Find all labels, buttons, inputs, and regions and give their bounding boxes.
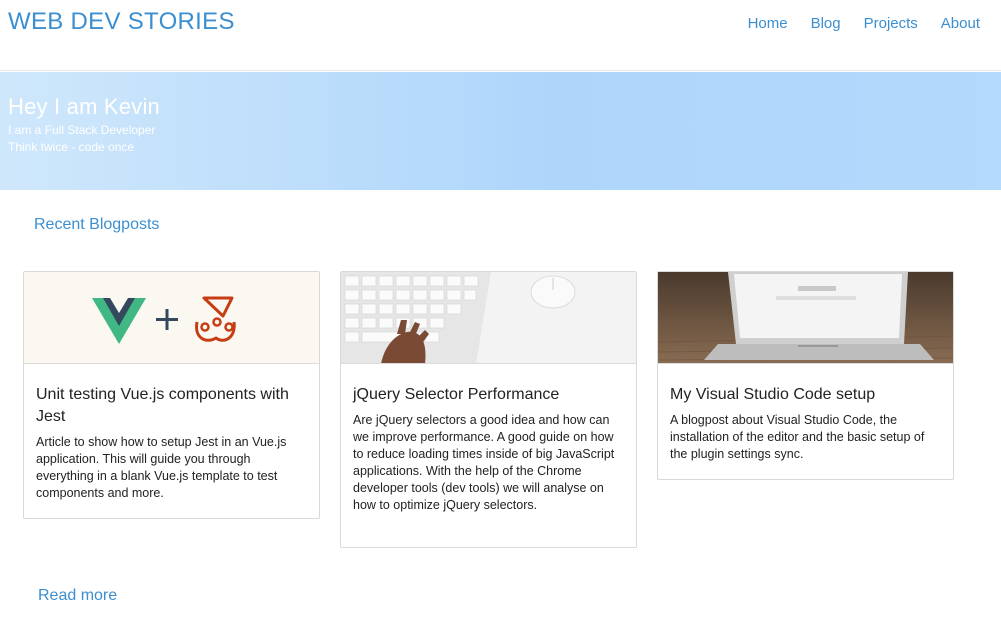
blogpost-card-vscode[interactable]: My Visual Studio Code setup A blogpost a… [657, 271, 954, 480]
blogpost-excerpt: A blogpost about Visual Studio Code, the… [670, 413, 925, 461]
laptop-on-table-image [658, 272, 953, 364]
read-more-link[interactable]: Read more [38, 587, 117, 605]
recent-blogposts-heading: Recent Blogposts [34, 216, 160, 233]
site-header: WEB DEV STORIES Home Blog Projects About [0, 0, 1001, 71]
hero-subtitle-role: I am a Full Stack Developer [8, 123, 156, 137]
nav-home[interactable]: Home [748, 15, 788, 32]
blogpost-card-jquery[interactable]: jQuery Selector Performance Are jQuery s… [340, 271, 637, 548]
blogpost-card-body: jQuery Selector Performance Are jQuery s… [341, 364, 636, 530]
hero-title: Hey I am Kevin [8, 94, 160, 119]
blogpost-excerpt: Are jQuery selectors a good idea and how… [353, 413, 615, 512]
nav-blog[interactable]: Blog [811, 15, 841, 32]
keyboard-photo-icon [341, 272, 636, 363]
blogpost-title[interactable]: jQuery Selector Performance [353, 384, 624, 406]
blogpost-excerpt: Article to show how to setup Jest in an … [36, 435, 287, 500]
blogpost-title[interactable]: My Visual Studio Code setup [670, 384, 941, 406]
nav-projects[interactable]: Projects [864, 15, 918, 32]
blogpost-card-vue-jest[interactable]: Unit testing Vue.js components with Jest… [23, 271, 320, 519]
nav-about[interactable]: About [941, 15, 980, 32]
vue-plus-jest-image [24, 272, 319, 364]
vue-plus-jest-logo-icon [92, 296, 236, 344]
keyboard-typing-image [341, 272, 636, 364]
blogpost-title[interactable]: Unit testing Vue.js components with Jest [36, 384, 307, 428]
laptop-photo-icon [658, 272, 953, 363]
site-title-link[interactable]: WEB DEV STORIES [8, 8, 235, 36]
blogpost-card-body: Unit testing Vue.js components with Jest… [24, 364, 319, 518]
blogpost-card-body: My Visual Studio Code setup A blogpost a… [658, 364, 953, 479]
main-nav: Home Blog Projects About [748, 15, 980, 32]
hero-subtitle-motto: Think twice - code once [8, 140, 135, 154]
hero-banner: Hey I am Kevin I am a Full Stack Develop… [0, 72, 1001, 190]
